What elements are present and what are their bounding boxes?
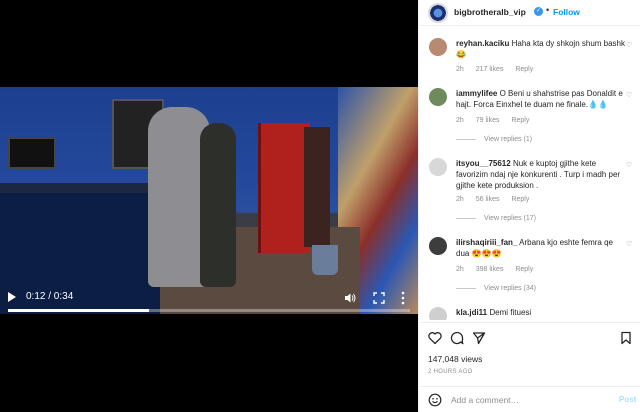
reply-button[interactable]: Reply <box>511 117 529 124</box>
heart-icon[interactable]: ♡ <box>626 162 633 169</box>
comments-list: reyhan.kaciku Haha kta dy shkojn shum ba… <box>419 26 640 320</box>
comment-likes[interactable]: 79 likes <box>476 117 500 124</box>
comment-username[interactable]: kla.jdi11 <box>456 308 487 317</box>
comment-meta: 2h 217 likes Reply <box>456 66 543 73</box>
view-replies-label: View replies (34) <box>484 285 537 292</box>
comment-input[interactable] <box>451 393 611 407</box>
heart-icon[interactable]: ♡ <box>626 92 633 99</box>
verified-icon: ✓ <box>534 7 543 16</box>
comment-likes[interactable]: 56 likes <box>476 196 500 203</box>
volume-icon[interactable] <box>344 292 356 304</box>
emoji-icon[interactable] <box>428 393 442 407</box>
scene-oven <box>8 137 56 169</box>
heart-icon[interactable]: ♡ <box>626 42 633 49</box>
comment-time: 2h <box>456 196 464 203</box>
fullscreen-icon[interactable] <box>373 292 385 304</box>
share-icon[interactable] <box>472 331 486 345</box>
comment-meta: 2h 79 likes Reply <box>456 117 539 124</box>
replies-divider <box>456 287 476 289</box>
video-time: 0:12 / 0:34 <box>26 291 74 302</box>
view-replies-button[interactable]: View replies (17) <box>456 215 536 222</box>
video-player[interactable]: 0:12 / 0:34 <box>0 0 418 412</box>
reply-button[interactable]: Reply <box>515 266 533 273</box>
comment-likes[interactable]: 398 likes <box>476 266 504 273</box>
view-count[interactable]: 147,048 views <box>428 354 482 364</box>
heart-icon[interactable] <box>428 331 442 345</box>
avatar[interactable] <box>429 237 447 255</box>
comment-username[interactable]: ilirshaqiriii_fan_ <box>456 238 517 247</box>
post-username[interactable]: bigbrotheralb_vip <box>454 7 526 17</box>
replies-divider <box>456 217 476 219</box>
comment-time: 2h <box>456 66 464 73</box>
comment-text-block: ilirshaqiriii_fan_ Arbana kjo eshte femr… <box>456 237 626 259</box>
comment-meta: 2h 398 likes Reply <box>456 266 543 273</box>
view-replies-button[interactable]: View replies (34) <box>456 285 536 292</box>
comment-text-block: itsyou__75612 Nuk e kuptoj gjithe kete f… <box>456 158 626 191</box>
comment-username[interactable]: iammylifee <box>456 89 497 98</box>
comment-username[interactable]: itsyou__75612 <box>456 159 511 168</box>
bookmark-icon[interactable] <box>619 331 633 345</box>
post-side-panel: bigbrotheralb_vip ✓ • Follow reyhan.kaci… <box>418 0 640 412</box>
comment-text-block: iammylifee O Beni u shahstrise pas Donal… <box>456 88 626 110</box>
comment-icon[interactable] <box>450 331 464 345</box>
reply-button[interactable]: Reply <box>515 66 533 73</box>
video-progress-fill <box>8 309 149 312</box>
heart-icon[interactable]: ♡ <box>626 241 633 248</box>
scene-shelf <box>258 123 310 253</box>
comment-meta: 2h 56 likes Reply <box>456 196 539 203</box>
video-progress-bar[interactable] <box>8 309 410 312</box>
video-frame[interactable] <box>0 87 418 314</box>
comment-text-block: kla.jdi11 Demi fituesi <box>456 307 626 318</box>
avatar[interactable] <box>429 88 447 106</box>
add-comment-bar: Post <box>419 386 640 412</box>
view-replies-label: View replies (1) <box>484 136 533 143</box>
follow-button[interactable]: Follow <box>553 7 580 17</box>
avatar[interactable] <box>428 3 448 23</box>
avatar[interactable] <box>429 38 447 56</box>
comment-text: Demi fituesi <box>489 308 532 317</box>
avatar[interactable] <box>429 158 447 176</box>
avatar[interactable] <box>429 307 447 320</box>
comment-likes[interactable]: 217 likes <box>476 66 504 73</box>
view-replies-button[interactable]: View replies (1) <box>456 136 532 143</box>
scene-shelf-side <box>304 127 330 247</box>
comment-username[interactable]: reyhan.kaciku <box>456 39 509 48</box>
replies-divider <box>456 138 476 140</box>
post-button[interactable]: Post <box>619 395 636 404</box>
post-actions <box>419 322 640 352</box>
view-replies-label: View replies (17) <box>484 215 537 222</box>
post-timestamp[interactable]: 2 HOURS AGO <box>428 369 473 375</box>
scene-bucket <box>312 245 338 275</box>
scene-person-dark-jacket <box>200 123 236 287</box>
more-vertical-icon[interactable] <box>400 290 406 306</box>
comment-text-block: reyhan.kaciku Haha kta dy shkojn shum ba… <box>456 38 626 60</box>
reply-button[interactable]: Reply <box>511 196 529 203</box>
comment-time: 2h <box>456 117 464 124</box>
comment-time: 2h <box>456 266 464 273</box>
play-icon[interactable] <box>8 292 16 302</box>
post-header: bigbrotheralb_vip ✓ • Follow <box>419 0 640 26</box>
separator-dot: • <box>546 5 550 15</box>
